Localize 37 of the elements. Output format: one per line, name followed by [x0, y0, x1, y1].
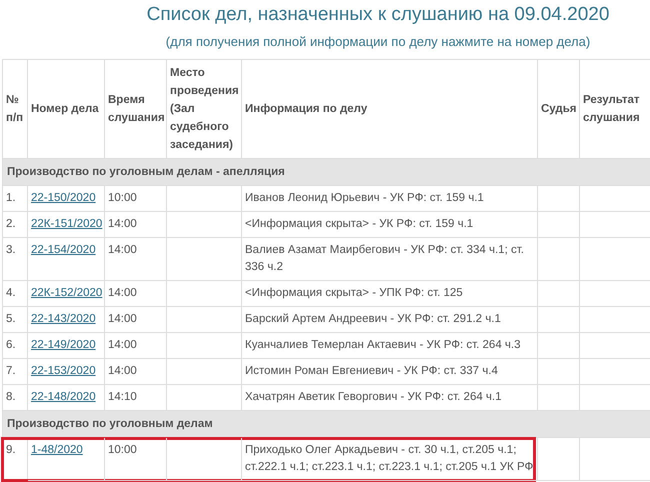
case-link[interactable]: 22К-151/2020 [31, 218, 102, 230]
page-subtitle: (для получения полной информации по делу нажмите на номер дела) [166, 34, 590, 49]
table-cell: 7. [3, 359, 28, 385]
table-cell: 14:00 [105, 333, 167, 359]
table-cell: 10:00 [105, 186, 167, 212]
table-cell: 14:00 [105, 307, 167, 333]
section-header: Производство по уголовным делам [3, 411, 650, 438]
table-cell: 14:00 [105, 359, 167, 385]
case-link[interactable]: 22-153/2020 [31, 365, 96, 377]
table-cell: Иванов Леонид Юрьевич - УК РФ: ст. 159 ч.1 [242, 186, 538, 212]
table-cell: 14:00 [105, 281, 167, 307]
case-link[interactable]: 22-148/2020 [31, 391, 96, 403]
table-cell: 5. [3, 307, 28, 333]
table-cell: 3. [3, 238, 28, 281]
table-cell: <Информация скрыта> - УК РФ: ст. 159 ч.1 [242, 212, 538, 238]
case-link[interactable]: 22-143/2020 [31, 313, 96, 325]
table-cell: Куанчалиев Темерлан Актаевич - УК РФ: ст. 264 ч.3 [242, 333, 538, 359]
table-cell: Барский Артем Андреевич - УК РФ: ст. 291.2 ч.1 [242, 307, 538, 333]
table-cell: 10:00 [105, 438, 167, 481]
table-cell: <Информация скрыта> - УПК РФ: ст. 125 [242, 281, 538, 307]
table-cell: Приходько Олег Аркадьевич - ст. 30 ч.1, ст.205 ч.1; ст.222.1 ч.1; ст.223.1 ч.1; ст.223.1 ч.1; ст.205 ч.1 УК РФ [242, 438, 538, 481]
table-cell: Валиев Азамат Маирбегович - УК РФ: ст. 334 ч.1; ст. 336 ч.2 [242, 238, 538, 281]
table-cell: 14:00 [105, 238, 167, 281]
case-link[interactable]: 1-48/2020 [31, 444, 83, 456]
table-cell: 4. [3, 281, 28, 307]
table-cell: 2. [3, 212, 28, 238]
table-cell: Истомин Роман Евгениевич - УК РФ: ст. 337 ч.4 [242, 359, 538, 385]
case-link[interactable]: 22-150/2020 [31, 192, 96, 204]
case-link[interactable]: 22-154/2020 [31, 244, 96, 256]
table-cell: 1. [3, 186, 28, 212]
table-cell: 6. [3, 333, 28, 359]
page-title: Список дел, назначенных к слушанию на 09.04.2020 [146, 4, 610, 26]
section-header: Производство по уголовным делам - апелляция [3, 159, 650, 186]
table-cell: 9. [3, 438, 28, 481]
case-link[interactable]: 22-149/2020 [31, 339, 96, 351]
table-cell: 14:00 [105, 212, 167, 238]
case-link[interactable]: 22К-152/2020 [31, 287, 102, 299]
